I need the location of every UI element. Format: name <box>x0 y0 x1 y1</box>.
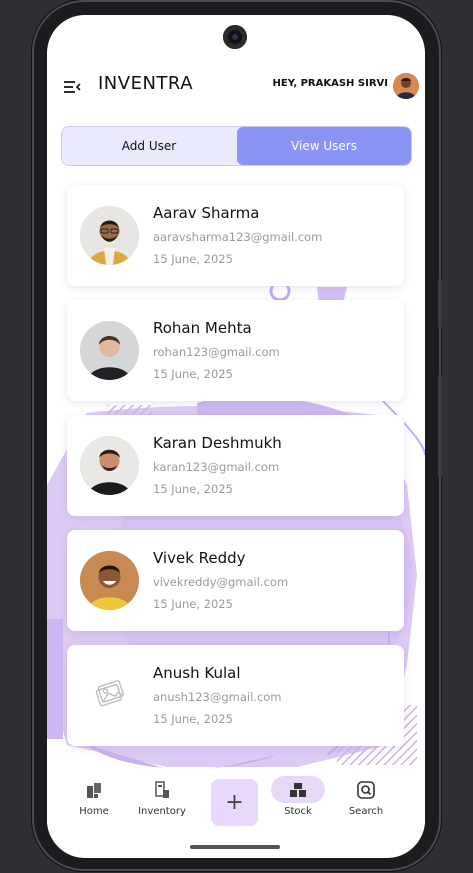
user-card[interactable]: Rohan Mehta rohan123@gmail.com 15 June, … <box>67 300 404 401</box>
nav-stock-label: Stock <box>284 806 312 817</box>
profile-avatar[interactable] <box>393 73 419 99</box>
nav-stock[interactable]: Stock <box>268 776 328 817</box>
user-email: rohan123@gmail.com <box>153 345 280 359</box>
volume-button <box>438 374 442 478</box>
search-icon <box>357 781 375 799</box>
nav-search[interactable]: Search <box>336 780 396 817</box>
user-card[interactable]: Aarav Sharma aaravsharma123@gmail.com 15… <box>67 185 404 286</box>
front-camera <box>223 25 247 49</box>
app-header: INVENTRA HEY, PRAKASH SIRVI <box>47 55 425 115</box>
nav-inventory-label: Inventory <box>138 806 186 817</box>
user-avatar <box>80 666 139 725</box>
user-email: aaravsharma123@gmail.com <box>153 230 323 244</box>
user-avatar <box>80 321 139 380</box>
tab-add-user[interactable]: Add User <box>62 127 236 165</box>
user-email: anush123@gmail.com <box>153 690 282 704</box>
user-name: Anush Kulal <box>153 664 241 682</box>
user-date: 15 June, 2025 <box>153 252 233 266</box>
user-card[interactable]: Karan Deshmukh karan123@gmail.com 15 Jun… <box>67 415 404 516</box>
user-date: 15 June, 2025 <box>153 482 233 496</box>
user-avatar <box>80 206 139 265</box>
inventory-icon <box>155 781 169 798</box>
menu-icon[interactable] <box>63 80 81 94</box>
user-avatar <box>80 551 139 610</box>
home-icon <box>87 783 101 798</box>
power-button <box>438 278 442 328</box>
nav-home[interactable]: Home <box>64 780 124 817</box>
user-card[interactable]: Vivek Reddy vivekreddy@gmail.com 15 June… <box>67 530 404 631</box>
home-indicator <box>190 845 280 849</box>
user-date: 15 June, 2025 <box>153 367 233 381</box>
nav-inventory[interactable]: Inventory <box>132 780 192 817</box>
user-card[interactable]: Anush Kulal anush123@gmail.com 15 June, … <box>67 645 404 746</box>
placeholder-image-icon <box>95 680 124 707</box>
user-name: Vivek Reddy <box>153 549 246 567</box>
app-title: INVENTRA <box>98 73 194 94</box>
stock-boxes-icon <box>290 783 306 797</box>
greeting-text: HEY, PRAKASH SIRVI <box>272 78 388 89</box>
nav-search-label: Search <box>348 806 384 817</box>
nav-home-label: Home <box>79 806 109 817</box>
bottom-navigation: Home Inventory + Stock Search <box>47 768 425 836</box>
user-email: vivekreddy@gmail.com <box>153 575 289 589</box>
user-avatar <box>80 436 139 495</box>
user-name: Karan Deshmukh <box>153 434 282 452</box>
user-name: Rohan Mehta <box>153 319 252 337</box>
user-date: 15 June, 2025 <box>153 712 233 726</box>
user-email: karan123@gmail.com <box>153 460 280 474</box>
user-date: 15 June, 2025 <box>153 597 233 611</box>
tab-view-users[interactable]: View Users <box>237 127 411 165</box>
app-screen: INVENTRA HEY, PRAKASH SIRVI Add User Vie… <box>47 15 425 858</box>
user-tab-switcher: Add User View Users <box>61 126 412 166</box>
add-button[interactable]: + <box>211 779 258 826</box>
user-name: Aarav Sharma <box>153 204 260 222</box>
